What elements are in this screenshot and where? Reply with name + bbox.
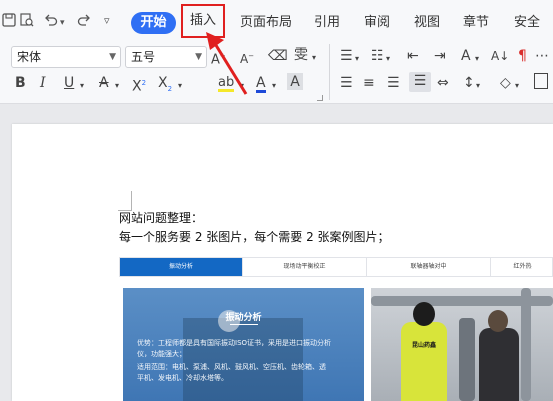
- save-icon[interactable]: [2, 13, 16, 27]
- chevron-down-icon[interactable]: ▾: [355, 50, 359, 68]
- underline-icon[interactable]: U: [64, 74, 74, 92]
- undo-dropdown-icon[interactable]: ▾: [60, 15, 65, 31]
- chevron-down-icon[interactable]: ▾: [115, 77, 119, 95]
- image-tab: 联轴器轴对中: [367, 258, 491, 276]
- line-spacing-icon[interactable]: ↕: [463, 74, 475, 92]
- redo-icon[interactable]: [77, 13, 91, 27]
- pump-graphic: [459, 318, 475, 401]
- show-marks-icon[interactable]: ¶: [518, 47, 527, 65]
- vest-text: 昆山药鑫: [411, 342, 436, 349]
- document-page[interactable]: 网站问题整理： 每一个服务要 2 张图片，每个需要 2 张案例图片； 振动分析 …: [12, 124, 553, 401]
- chevron-down-icon[interactable]: ▾: [272, 77, 276, 95]
- chevron-down-icon[interactable]: ▾: [312, 49, 316, 67]
- distributed-align-icon[interactable]: ⇔: [437, 74, 449, 92]
- embedded-image-case-photo: 昆山药鑫: [371, 288, 553, 401]
- image-tab: 振动分析: [120, 258, 243, 276]
- tab-section[interactable]: 章节: [463, 12, 489, 34]
- justify-icon[interactable]: ☰: [409, 72, 431, 92]
- sort-icon[interactable]: A↓: [491, 47, 509, 65]
- increase-indent-icon[interactable]: ⇥: [434, 47, 446, 65]
- border-icon[interactable]: [534, 73, 548, 89]
- doc-paragraph[interactable]: 网站问题整理：: [119, 210, 203, 226]
- font-size-select[interactable]: 五号 ▼: [125, 46, 207, 68]
- tab-security[interactable]: 安全: [513, 12, 541, 34]
- font-family-value: 宋体: [17, 50, 42, 64]
- card-text-line: 适用范围：电机、泵浦、风机、鼓风机、空压机、齿轮箱、透: [137, 363, 326, 371]
- font-family-select[interactable]: 宋体 ▼: [11, 46, 121, 68]
- image-tab: 红外热: [513, 263, 532, 270]
- italic-icon[interactable]: I: [40, 74, 46, 92]
- annotation-arrow: [206, 32, 248, 95]
- group-divider: [329, 44, 330, 100]
- align-left-icon[interactable]: ☰: [340, 74, 353, 92]
- clear-format-icon[interactable]: ⌫: [268, 47, 288, 65]
- worker-head-graphic: [488, 310, 508, 332]
- chevron-down-icon[interactable]: ▾: [80, 77, 84, 95]
- card-title-underline: [230, 324, 258, 325]
- font-dialog-launcher-icon[interactable]: [317, 95, 323, 101]
- pipe-graphic: [521, 288, 531, 401]
- doc-paragraph[interactable]: 每一个服务要 2 张图片，每个需要 2 张案例图片；: [119, 229, 390, 245]
- margin-corner-mark: [118, 191, 132, 211]
- card-text-line: 仪，功能强大；: [137, 350, 186, 358]
- worker-head-graphic: [413, 302, 435, 326]
- tab-start[interactable]: 开始: [131, 12, 176, 34]
- ribbon-tabs-row: ▾ ▿ 开始 插入 页面布局 引用 审阅 视图 章节 安全: [0, 0, 553, 42]
- customize-toolbar-icon[interactable]: ▿: [104, 13, 110, 29]
- worker-graphic: [479, 328, 519, 401]
- font-size-value: 五号: [131, 50, 156, 64]
- tab-view[interactable]: 视图: [414, 12, 440, 34]
- machine-graphic: [183, 318, 303, 401]
- bullet-list-icon[interactable]: ☰: [340, 47, 353, 65]
- chinese-layout-icon[interactable]: A: [461, 47, 471, 65]
- embedded-image-service-card: 振动分析 优势：工程师都是具有国际振动ISO证书，采用是进口振动分析 仪，功能强…: [123, 288, 364, 401]
- numbered-list-icon[interactable]: ☷: [371, 47, 384, 65]
- chevron-down-icon[interactable]: ▾: [476, 77, 480, 95]
- card-text-line: 优势：工程师都是具有国际振动ISO证书，采用是进口振动分析: [137, 339, 332, 347]
- strikethrough-icon[interactable]: A: [99, 74, 109, 92]
- ribbon: ▾ ▿ 开始 插入 页面布局 引用 审阅 视图 章节 安全 宋体 ▼ 五号 ▼ …: [0, 0, 553, 104]
- tab-reference[interactable]: 引用: [314, 12, 340, 34]
- card-title: 振动分析: [225, 313, 262, 323]
- align-right-icon[interactable]: ☰: [387, 74, 400, 92]
- embedded-image-tabs: 振动分析 现场动平衡校正 联轴器轴对中 红外热: [119, 257, 553, 277]
- character-shading-icon[interactable]: A: [287, 73, 303, 90]
- chevron-down-icon[interactable]: ▾: [475, 50, 479, 68]
- chevron-down-icon[interactable]: ▾: [178, 77, 182, 95]
- chevron-down-icon[interactable]: ▾: [386, 50, 390, 68]
- shading-icon[interactable]: ◇: [500, 74, 511, 92]
- image-tab: 现场动平衡校正: [243, 258, 367, 276]
- card-text-line: 平机、发电机、冷却水塔等。: [137, 374, 228, 382]
- worker-vest-graphic: [401, 322, 447, 401]
- subscript-icon[interactable]: X2: [158, 74, 172, 98]
- chevron-down-icon: ▼: [109, 52, 116, 62]
- bold-icon[interactable]: B: [15, 74, 26, 92]
- phonetic-guide-icon[interactable]: 雯: [294, 46, 308, 64]
- more-icon[interactable]: ⋯: [535, 47, 549, 65]
- undo-icon[interactable]: [44, 13, 58, 27]
- print-preview-icon[interactable]: [20, 13, 34, 27]
- align-center-icon[interactable]: ≡: [363, 74, 375, 92]
- superscript-icon[interactable]: X2: [132, 74, 146, 96]
- tab-review[interactable]: 审阅: [364, 12, 390, 34]
- chevron-down-icon[interactable]: ▾: [515, 77, 519, 95]
- decrease-indent-icon[interactable]: ⇤: [407, 47, 419, 65]
